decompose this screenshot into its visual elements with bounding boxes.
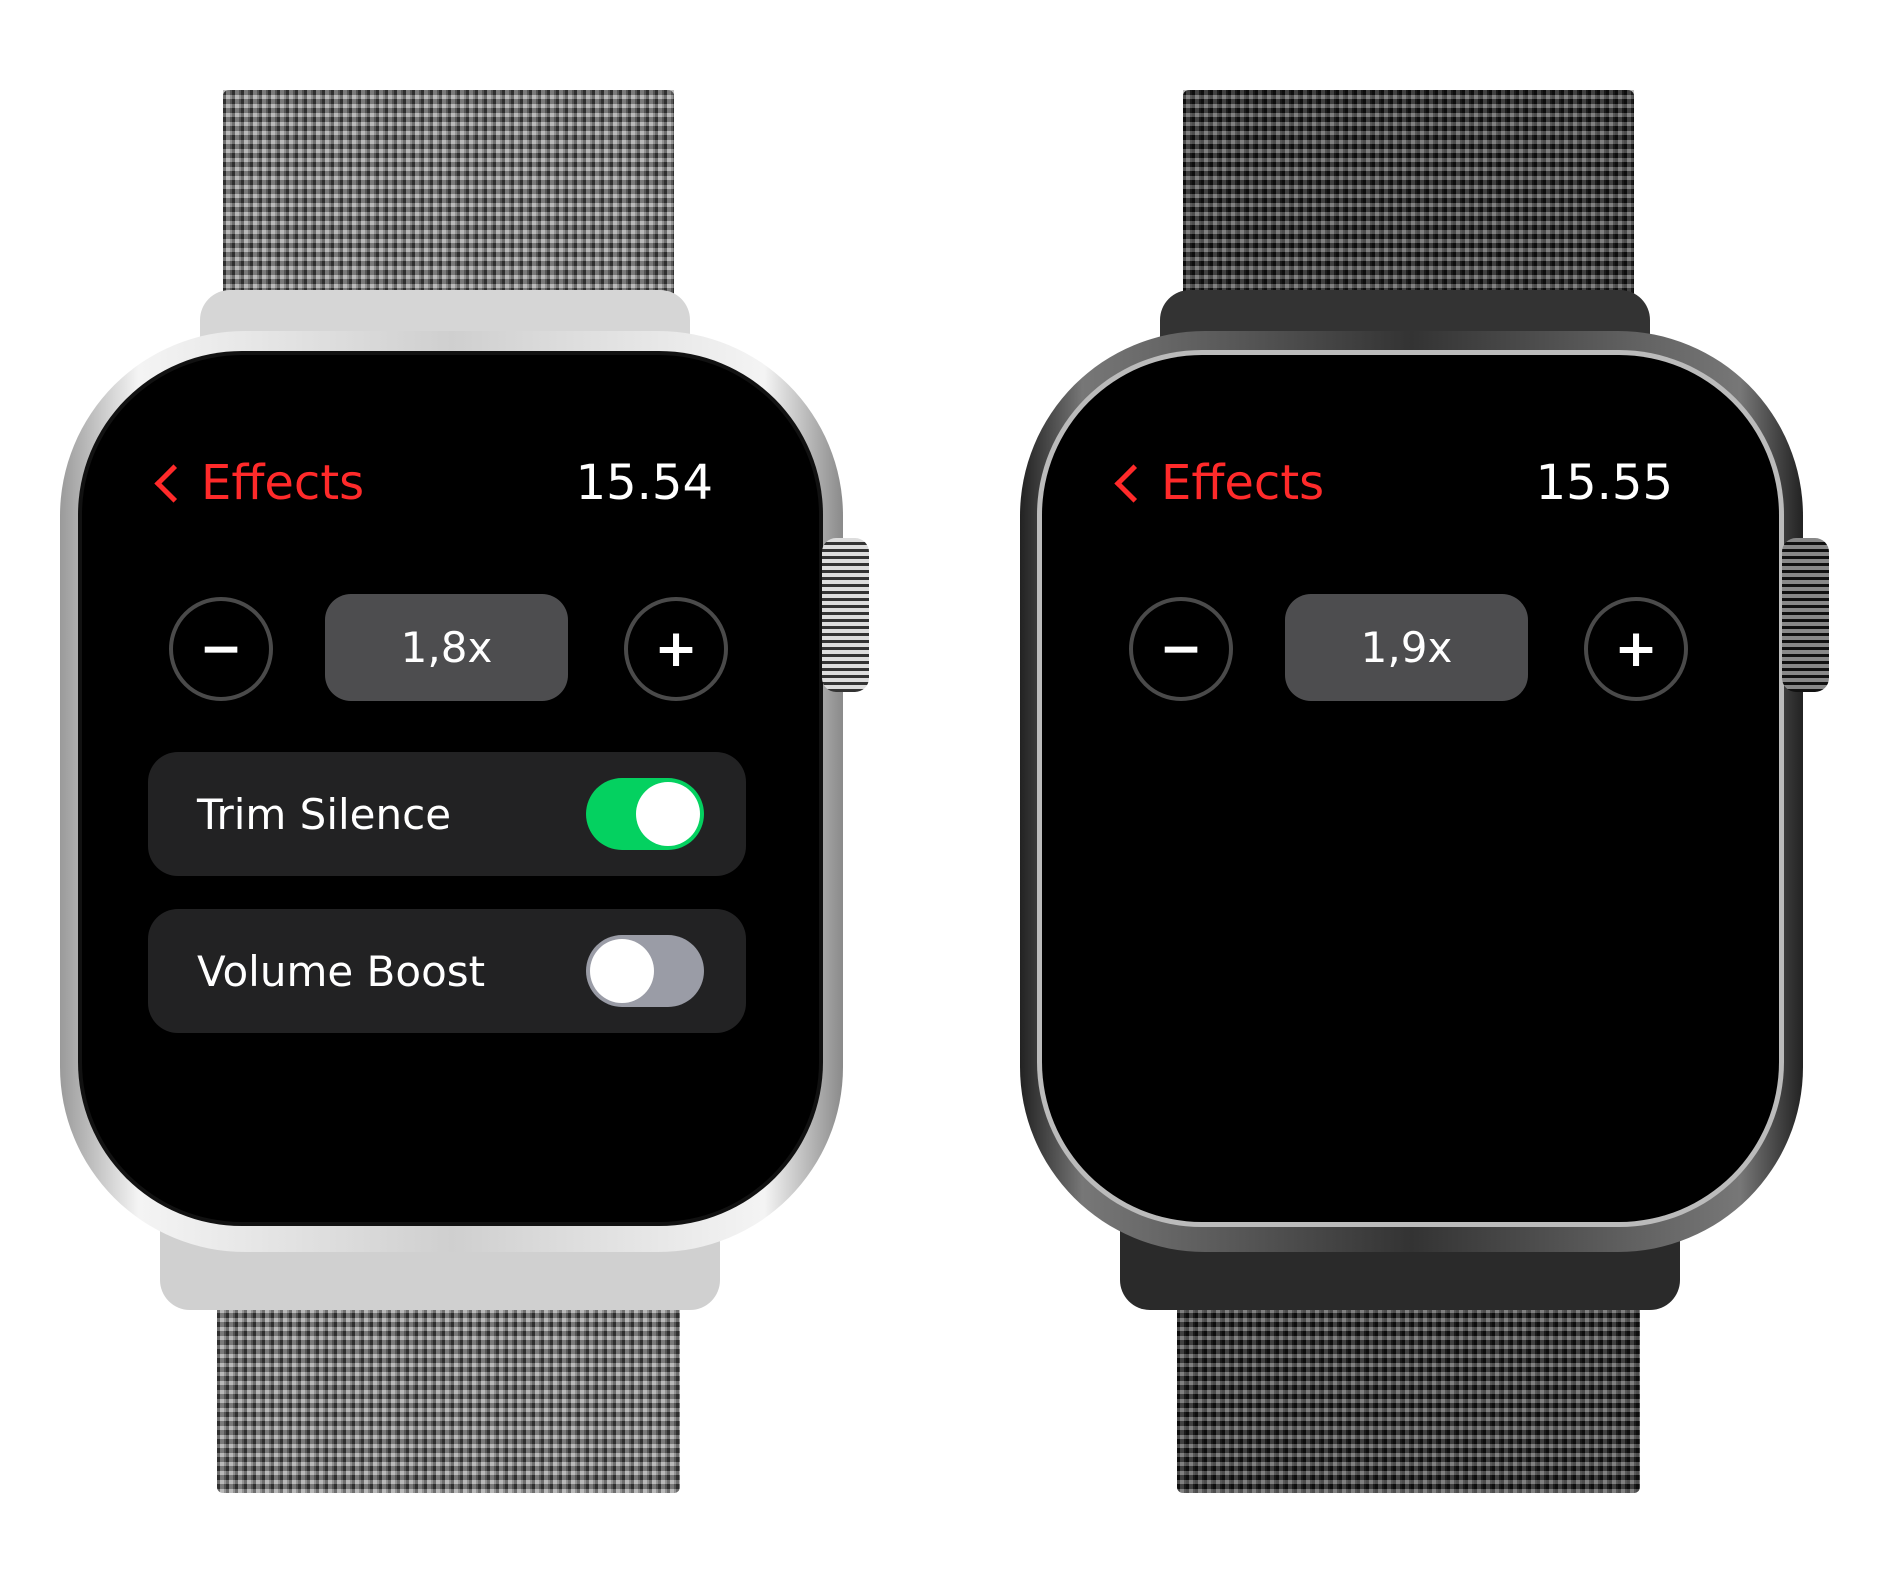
back-label: Effects xyxy=(1161,455,1325,511)
digital-crown xyxy=(1782,538,1829,692)
watch-band-top xyxy=(223,90,674,315)
watch-screen: Effects 15.55 − 1,9x + xyxy=(1042,355,1779,1222)
clock-time: 15.54 xyxy=(575,455,713,511)
clock-time: 15.55 xyxy=(1535,455,1673,511)
speed-value: 1,9x xyxy=(1285,594,1528,701)
chevron-left-icon xyxy=(154,463,193,503)
toggle-knob xyxy=(636,782,700,846)
back-button[interactable]: Effects xyxy=(150,455,364,511)
volume-boost-toggle[interactable] xyxy=(586,935,704,1007)
toggle-knob xyxy=(590,939,654,1003)
digital-crown xyxy=(822,538,869,692)
trim-silence-toggle[interactable] xyxy=(586,778,704,850)
watch-screen: Effects 15.54 − 1,8x + Trim Silence Volu… xyxy=(82,355,819,1222)
decrease-speed-button[interactable]: − xyxy=(169,597,273,701)
back-label: Effects xyxy=(201,455,365,511)
watch-silver: Effects 15.54 − 1,8x + Trim Silence Volu… xyxy=(0,0,940,1574)
increase-speed-button[interactable]: + xyxy=(1584,597,1688,701)
watch-black: Effects 15.55 − 1,9x + xyxy=(960,0,1878,1574)
increase-speed-button[interactable]: + xyxy=(624,597,728,701)
back-button[interactable]: Effects xyxy=(1110,455,1324,511)
volume-boost-row[interactable]: Volume Boost xyxy=(148,909,746,1033)
trim-silence-label: Trim Silence xyxy=(197,789,452,839)
chevron-left-icon xyxy=(1114,463,1153,503)
watch-case: Effects 15.54 − 1,8x + Trim Silence Volu… xyxy=(60,331,843,1252)
speed-value: 1,8x xyxy=(325,594,568,701)
decrease-speed-button[interactable]: − xyxy=(1129,597,1233,701)
trim-silence-row[interactable]: Trim Silence xyxy=(148,752,746,876)
watch-case: Effects 15.55 − 1,9x + xyxy=(1020,331,1803,1252)
watch-band-top xyxy=(1183,90,1634,315)
volume-boost-label: Volume Boost xyxy=(197,946,486,996)
